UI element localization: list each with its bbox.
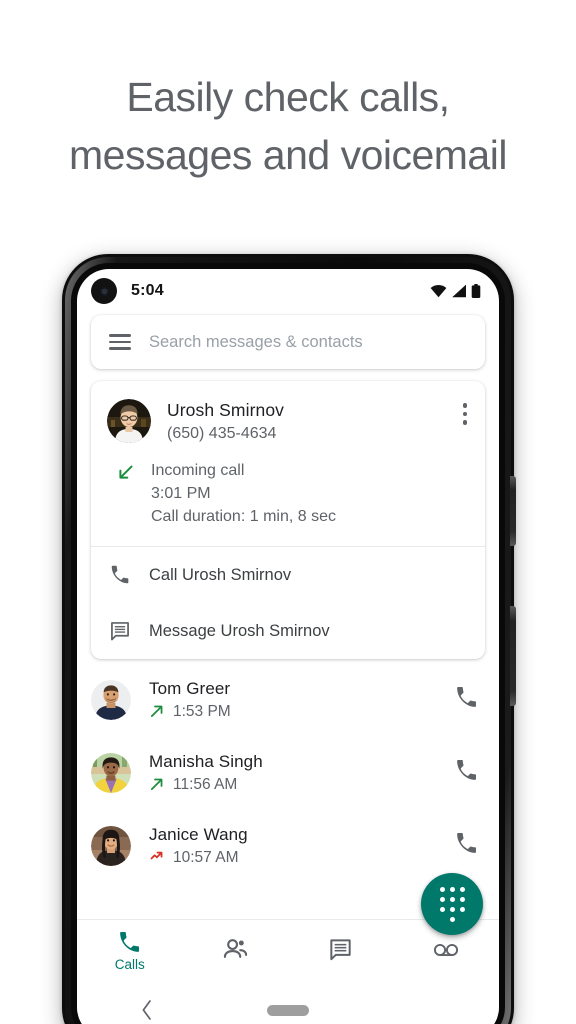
wifi-icon	[430, 285, 447, 298]
contact-avatar-manisha	[91, 752, 131, 793]
tab-messages[interactable]	[288, 937, 394, 964]
tab-voicemail[interactable]	[394, 941, 500, 961]
call-back-button[interactable]	[454, 758, 479, 788]
messages-icon	[330, 939, 351, 961]
call-time: 1:53 PM	[173, 702, 231, 720]
promo-screenshot: Easily check calls, messages and voicema…	[0, 0, 576, 1024]
call-detail-text: Incoming call 3:01 PM Call duration: 1 m…	[151, 459, 336, 528]
call-meta: 1:53 PM	[149, 703, 454, 721]
call-detail-header: Urosh Smirnov (650) 435-4634	[91, 381, 485, 457]
contact-avatar-urosh	[107, 399, 151, 443]
contact-identity: Urosh Smirnov (650) 435-4634	[167, 399, 284, 443]
outgoing-call-arrow-icon	[150, 705, 163, 718]
call-time: 11:56 AM	[173, 775, 238, 793]
front-camera-punch-hole	[91, 278, 117, 304]
status-bar-clock: 5:04	[131, 282, 164, 299]
message-action-label: Message Urosh Smirnov	[149, 621, 330, 640]
phone-icon	[111, 565, 129, 584]
hamburger-menu-icon[interactable]	[109, 334, 131, 350]
contact-avatar-janice	[91, 825, 131, 866]
missed-call-arrow-icon	[150, 851, 163, 860]
system-navigation-bar	[77, 981, 499, 1024]
call-time: 10:57 AM	[173, 848, 239, 866]
volume-rocker-button[interactable]	[510, 606, 516, 706]
phone-icon	[457, 832, 476, 853]
tab-calls-label: Calls	[114, 956, 145, 972]
contact-phone-number: (650) 435-4634	[167, 425, 277, 442]
dialpad-fab-button[interactable]	[421, 873, 483, 935]
back-chevron-icon	[142, 1000, 151, 1020]
more-vert-icon[interactable]	[462, 403, 467, 425]
contact-avatar-tom	[91, 679, 131, 720]
list-item[interactable]: Janice Wang 10:57 AM	[77, 809, 499, 882]
call-time-label: 3:01 PM	[151, 485, 211, 502]
contacts-icon	[223, 939, 247, 958]
call-action-label: Call Urosh Smirnov	[149, 565, 292, 584]
message-icon	[111, 622, 129, 641]
caller-name: Janice Wang	[149, 824, 248, 844]
tab-contacts[interactable]	[183, 936, 289, 965]
status-bar-icons	[430, 283, 481, 299]
call-contact-action[interactable]: Call Urosh Smirnov	[91, 547, 485, 603]
headline-line-1: Easily check calls,	[126, 74, 450, 120]
call-detail-meta: Incoming call 3:01 PM Call duration: 1 m…	[91, 457, 485, 546]
battery-icon	[471, 283, 481, 298]
phone-icon	[457, 686, 476, 707]
list-item[interactable]: Manisha Singh 11:56 AM	[77, 736, 499, 809]
call-meta: 11:56 AM	[149, 776, 454, 794]
incoming-call-arrow-icon	[107, 459, 151, 528]
dialpad-icon	[439, 886, 465, 922]
phone-screen: 5:04 Search messages & contacts Urosh Sm…	[77, 269, 499, 1024]
list-item[interactable]: Tom Greer 1:53 PM	[77, 663, 499, 736]
tab-calls[interactable]: Calls	[77, 930, 183, 972]
voicemail-icon	[434, 943, 459, 956]
call-duration-label: Call duration: 1 min, 8 sec	[151, 508, 336, 525]
outgoing-call-arrow-icon	[150, 778, 163, 791]
list-item-text: Janice Wang 10:57 AM	[149, 825, 454, 867]
home-button[interactable]	[216, 1004, 359, 1016]
headline-line-2: messages and voicemail	[69, 132, 507, 178]
call-back-button[interactable]	[454, 831, 479, 861]
caller-name: Tom Greer	[149, 678, 231, 698]
list-item-text: Tom Greer 1:53 PM	[149, 679, 454, 721]
phone-icon	[120, 931, 140, 952]
search-input[interactable]: Search messages & contacts	[149, 333, 363, 352]
call-type-label: Incoming call	[151, 462, 245, 479]
back-button[interactable]	[77, 999, 216, 1021]
page-title: Easily check calls, messages and voicema…	[0, 68, 576, 184]
contact-name: Urosh Smirnov	[167, 400, 285, 420]
list-item-text: Manisha Singh 11:56 AM	[149, 752, 454, 794]
call-detail-card: Urosh Smirnov (650) 435-4634 Incoming ca…	[91, 381, 485, 659]
caller-name: Manisha Singh	[149, 751, 263, 771]
phone-device-frame: 5:04 Search messages & contacts Urosh Sm…	[62, 254, 516, 1024]
status-bar: 5:04	[77, 269, 499, 313]
call-meta: 10:57 AM	[149, 849, 454, 867]
recent-calls-list: Tom Greer 1:53 PM Manisha Singh 11:56 AM…	[77, 659, 499, 882]
search-bar[interactable]: Search messages & contacts	[91, 315, 485, 369]
phone-icon	[457, 759, 476, 780]
power-button[interactable]	[510, 476, 516, 546]
call-back-button[interactable]	[454, 685, 479, 715]
home-pill-indicator	[266, 1004, 309, 1016]
message-contact-action[interactable]: Message Urosh Smirnov	[91, 603, 485, 659]
cellular-signal-icon	[452, 284, 466, 298]
